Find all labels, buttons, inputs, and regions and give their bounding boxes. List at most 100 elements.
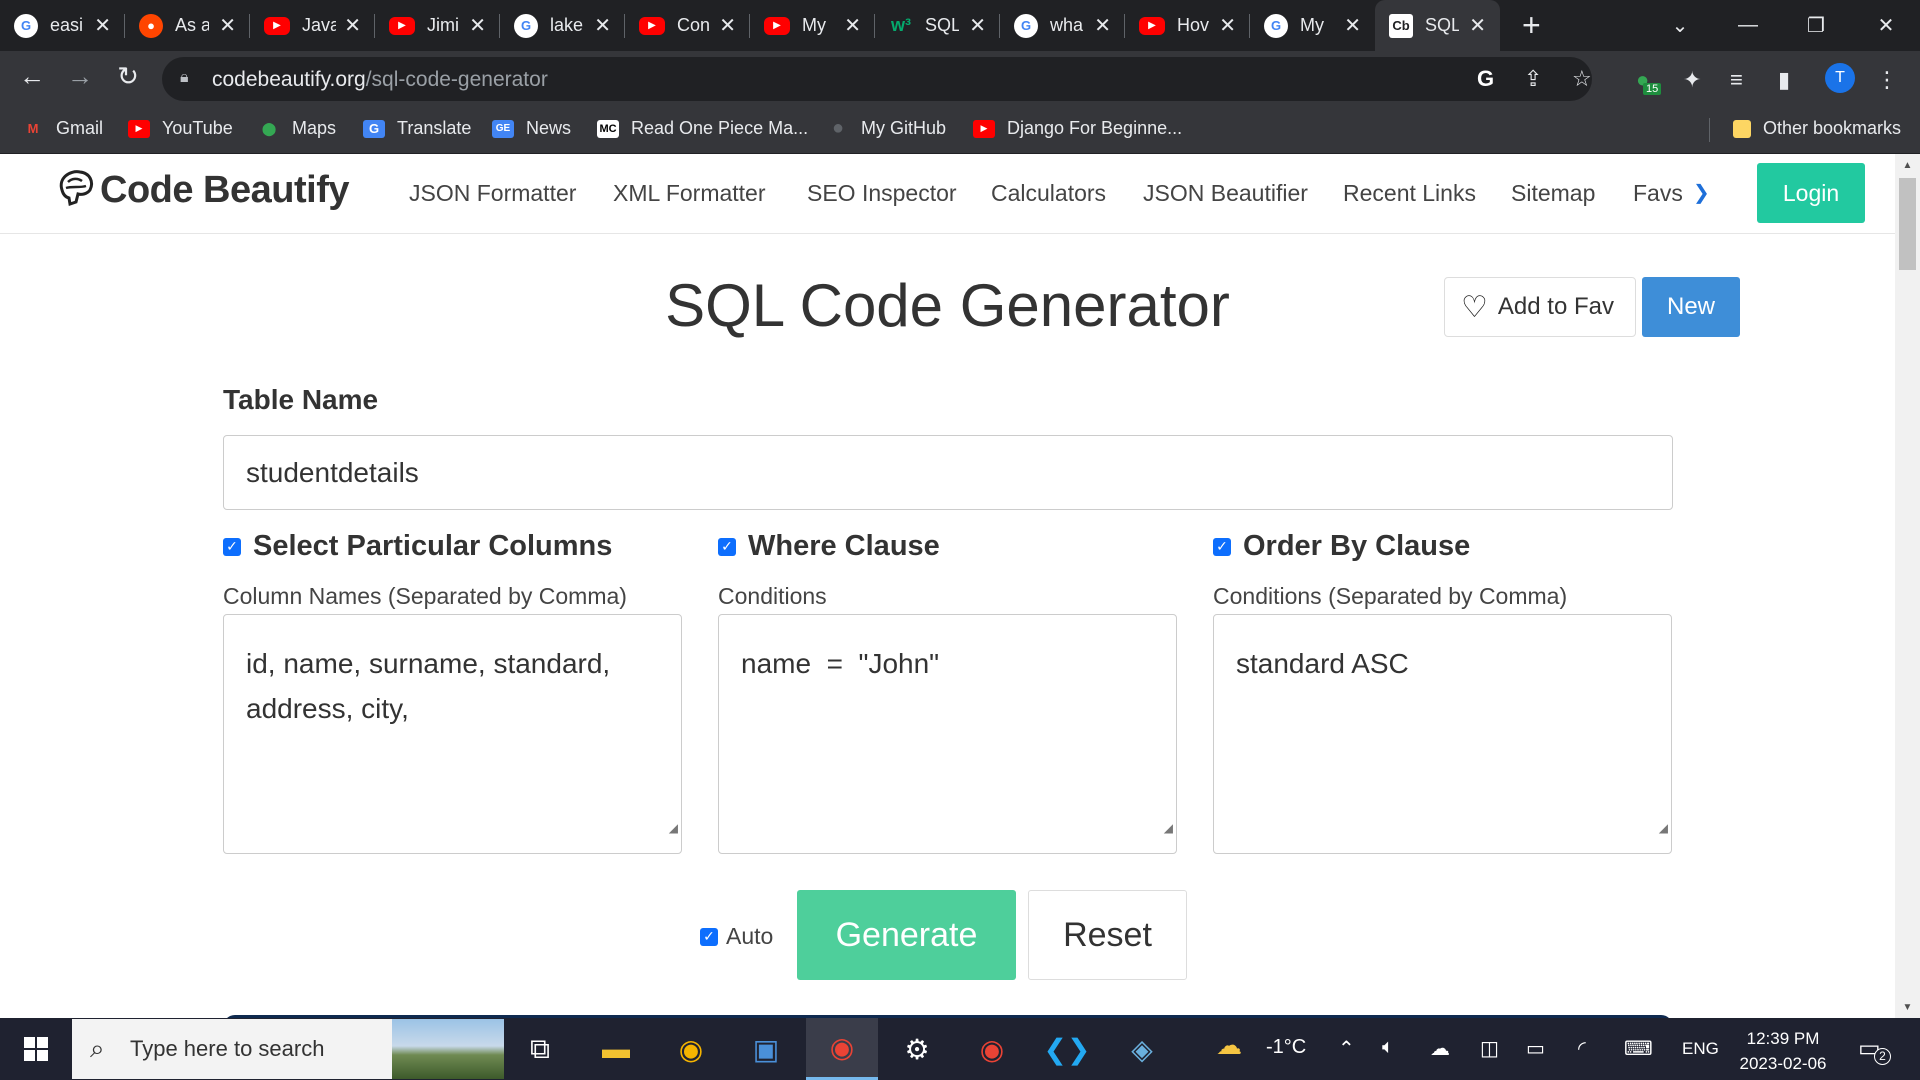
nav-calculators[interactable]: Calculators [991,180,1106,207]
new-button[interactable]: New [1642,277,1740,337]
nav-json-formatter[interactable]: JSON Formatter [409,180,576,207]
nav-json-beautifier[interactable]: JSON Beautifier [1143,180,1308,207]
meet-now-icon[interactable]: ◫ [1480,1036,1499,1061]
resize-grip-icon[interactable]: ◢ [1164,806,1173,851]
columns-textarea[interactable]: id, name, surname, standard, address, ci… [223,614,682,854]
close-tab-icon[interactable]: ✕ [344,13,361,38]
bookmark-news[interactable]: GE News [492,118,571,139]
file-explorer-icon[interactable]: ▬ [580,1018,652,1080]
bookmark-youtube[interactable]: ▶ YouTube [128,118,233,139]
browser-tab[interactable]: G My ✕ [1250,0,1375,51]
nav-favs[interactable]: Favs [1633,180,1683,207]
taskbar-clock[interactable]: 12:39 PM 2023-02-06 [1718,1026,1848,1076]
share-icon[interactable]: ⇪ [1524,66,1542,92]
bookmark-maps[interactable]: ⬤ Maps [258,118,336,139]
browser-tab[interactable]: w³ SQL ✕ [875,0,1000,51]
taskbar-search-box[interactable]: ⌕ Type here to search [72,1019,504,1079]
display-icon[interactable]: ▭ [1526,1036,1545,1061]
reset-button[interactable]: Reset [1028,890,1187,980]
language-indicator[interactable]: ENG [1682,1039,1719,1059]
mysql-workbench-icon[interactable]: ◈ [1106,1018,1178,1080]
nav-seo-inspector[interactable]: SEO Inspector [807,180,957,207]
select-columns-checkbox[interactable]: ✓ Select Particular Columns [223,530,612,563]
scroll-up-icon[interactable]: ▲ [1895,160,1920,171]
weather-temp[interactable]: -1°C [1266,1036,1306,1059]
table-name-input[interactable]: studentdetails [223,435,1673,510]
close-tab-icon[interactable]: ✕ [94,13,111,38]
page-scrollbar[interactable]: ▲ ▼ [1895,154,1920,1018]
resize-grip-icon[interactable]: ◢ [1659,806,1668,851]
wifi-icon[interactable]: ◜ [1578,1036,1586,1061]
close-tab-icon[interactable]: ✕ [1344,13,1361,38]
bookmark-one-piece[interactable]: MC Read One Piece Ma... [597,118,808,139]
restore-icon[interactable]: ❐ [1786,0,1846,51]
close-tab-icon[interactable]: ✕ [1219,13,1236,38]
extensions-puzzle-icon[interactable]: ✦ [1683,67,1701,93]
chrome-canary-icon[interactable]: ◉ [655,1018,727,1080]
browser-tab[interactable]: Geasi ✕ [0,0,125,51]
new-tab-icon[interactable]: + [1522,7,1541,44]
close-tab-icon[interactable]: ✕ [1469,13,1486,38]
forward-icon[interactable]: → [62,61,98,92]
scroll-down-icon[interactable]: ▼ [1895,1002,1920,1013]
auto-checkbox[interactable]: ✓ Auto [700,923,773,950]
close-tab-icon[interactable]: ✕ [719,13,736,38]
where-clause-checkbox[interactable]: ✓ Where Clause [718,530,940,563]
bookmark-gmail[interactable]: M Gmail [22,118,103,139]
nav-sitemap[interactable]: Sitemap [1511,180,1595,207]
order-by-checkbox[interactable]: ✓ Order By Clause [1213,530,1470,563]
browser-tab[interactable]: ▶ My ✕ [750,0,875,51]
close-tab-icon[interactable]: ✕ [469,13,486,38]
chrome-icon[interactable]: ◉ [806,1018,878,1080]
chevron-down-icon[interactable]: ❯ [1693,180,1710,205]
login-button[interactable]: Login [1757,163,1865,223]
add-to-fav-button[interactable]: ♡ Add to Fav [1444,277,1636,337]
menu-kebab-icon[interactable]: ⋮ [1876,67,1898,93]
show-hidden-icons-chevron-icon[interactable]: ⌃ [1338,1036,1355,1061]
bookmark-github[interactable]: ● My GitHub [827,117,946,139]
nav-recent-links[interactable]: Recent Links [1343,180,1476,207]
onedrive-cloud-icon[interactable]: ☁ [1430,1036,1450,1061]
bookmark-star-icon[interactable]: ☆ [1572,66,1592,92]
volume-icon[interactable]: 🔈︎ [1382,1036,1394,1059]
browser-tab[interactable]: Glake ✕ [500,0,625,51]
where-textarea[interactable]: name = "John" ◢ [718,614,1177,854]
nav-xml-formatter[interactable]: XML Formatter [613,180,766,207]
side-panel-icon[interactable]: ▮ [1778,67,1790,93]
close-tab-icon[interactable]: ✕ [594,13,611,38]
bookmark-translate[interactable]: G Translate [363,118,471,139]
close-tab-icon[interactable]: ✕ [844,13,861,38]
other-bookmarks[interactable]: Other bookmarks [1733,118,1901,139]
browser-tab[interactable]: ▶ Jimi ✕ [375,0,500,51]
scroll-thumb[interactable] [1899,178,1916,270]
weather-icon[interactable]: ☁ [1216,1030,1242,1061]
site-logo[interactable]: Code Beautify [56,168,349,212]
back-icon[interactable]: ← [14,61,50,92]
close-tab-icon[interactable]: ✕ [1094,13,1111,38]
task-view-icon[interactable]: ⧉ [504,1018,576,1080]
google-lens-icon[interactable]: G [1477,66,1494,92]
windows-start-button[interactable] [0,1018,72,1080]
address-bar[interactable]: 🔒︎ codebeautify.org/sql-code-generator G… [162,57,1592,101]
reload-icon[interactable]: ↻ [110,61,146,92]
resize-grip-icon[interactable]: ◢ [669,806,678,851]
tab-search-chevron-icon[interactable]: ⌄ [1650,0,1710,51]
browser-tab[interactable]: ▶ Con ✕ [625,0,750,51]
close-tab-icon[interactable]: ✕ [219,13,236,38]
settings-gear-icon[interactable]: ⚙ [881,1018,953,1080]
keyboard-icon[interactable]: ⌨ [1624,1036,1653,1061]
profile-avatar[interactable]: T [1825,63,1855,93]
browser-tab-active[interactable]: Cb SQL ✕ [1375,0,1500,51]
close-window-icon[interactable]: ✕ [1856,0,1916,51]
minimize-icon[interactable]: — [1718,0,1778,51]
photos-icon[interactable]: ▣ [730,1018,802,1080]
bookmark-django[interactable]: ▶ Django For Beginne... [973,118,1182,139]
browser-tab[interactable]: Gwha ✕ [1000,0,1125,51]
browser-tab[interactable]: ● As a ✕ [125,0,250,51]
media-list-icon[interactable]: ≡ [1730,67,1743,93]
generate-button[interactable]: Generate [797,890,1016,980]
vscode-icon[interactable]: ❮❯ [1031,1018,1103,1080]
browser-tab[interactable]: ▶ Hov ✕ [1125,0,1250,51]
close-tab-icon[interactable]: ✕ [969,13,986,38]
chrome-profile-icon[interactable]: ◉ [956,1018,1028,1080]
